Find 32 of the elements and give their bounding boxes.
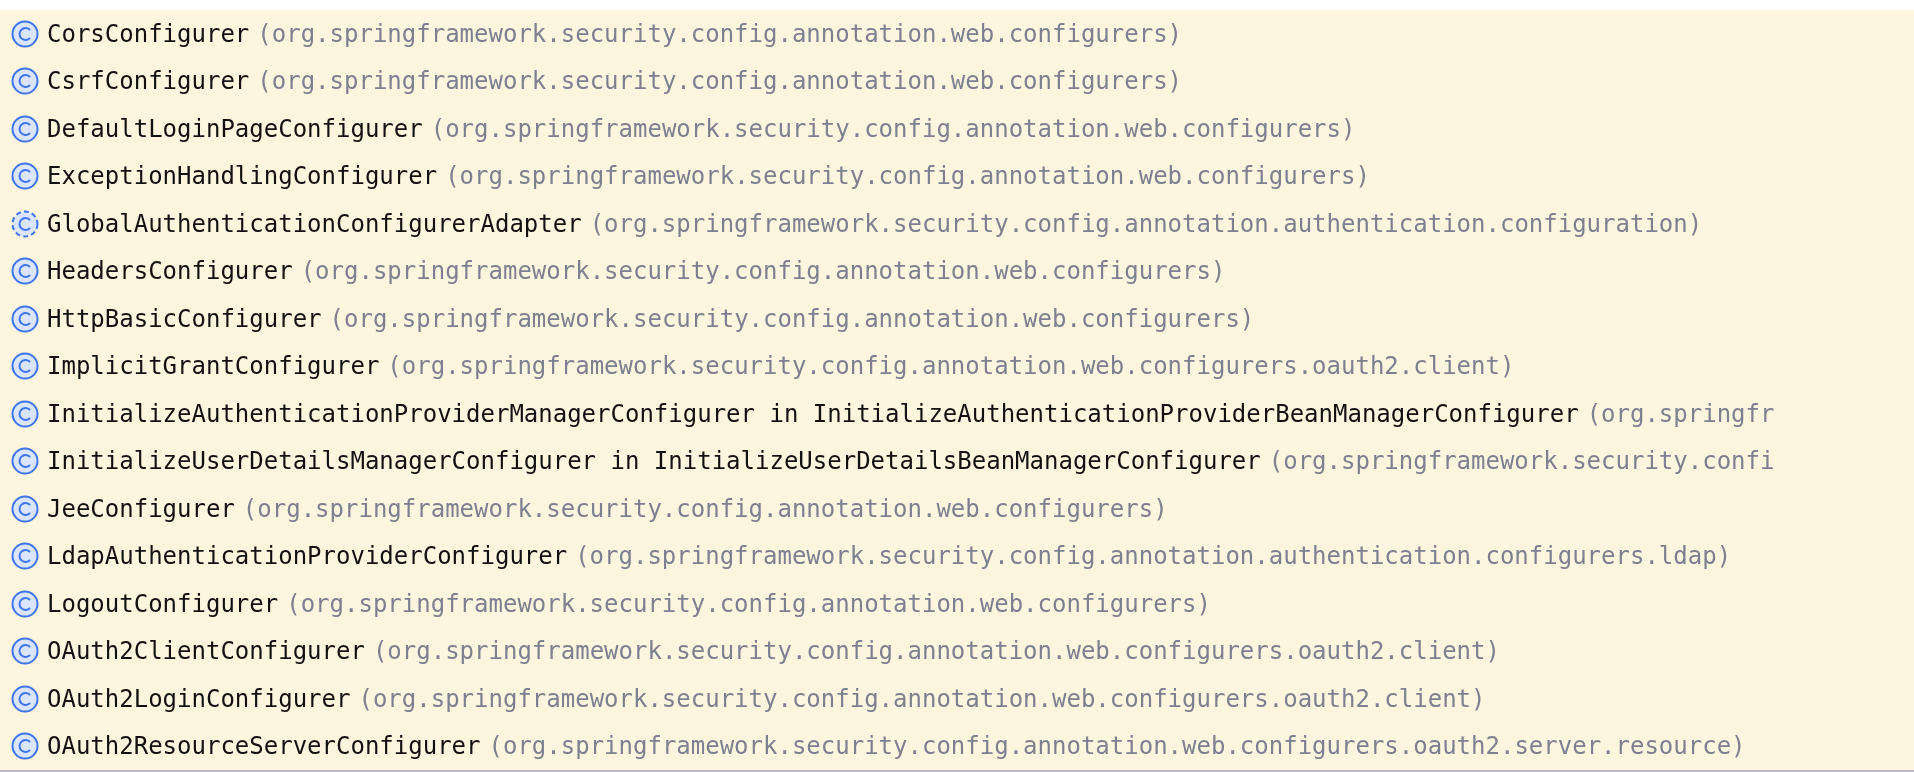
package-name: (org.springframework.security.config.annotation.web.configurers) [329, 304, 1255, 333]
class-name: ImplicitGrantConfigurer [47, 352, 380, 381]
package-name: (org.springframework.security.config.annotation.web.configurers) [300, 257, 1226, 286]
class-name: ExceptionHandlingConfigurer [47, 162, 438, 191]
class-name: GlobalAuthenticationConfigurerAdapter [47, 209, 582, 238]
class-name: InitializeUserDetailsManagerConfigurer in InitializeUserDetailsBeanManagerConfigurer [47, 447, 1261, 476]
class-name: LogoutConfigurer [47, 589, 279, 618]
class-name: InitializeAuthenticationProviderManagerConfigurer in InitializeAuthenticationProviderBeanManagerConfigurer [47, 399, 1579, 428]
package-name: (org.springframework.security.config.annotation.web.configurers) [445, 162, 1370, 191]
class-name: CorsConfigurer [47, 19, 250, 48]
package-name: (org.springframework.security.config.annotation.web.configurers.oauth2.client) [387, 352, 1515, 381]
package-name: (org.springframework.security.config.annotation.authentication.configuration) [589, 209, 1703, 238]
package-name: (org.springframework.security.config.annotation.web.configurers) [286, 589, 1211, 618]
class-name: JeeConfigurer [47, 494, 235, 523]
package-name: (org.springframework.security.config.annotation.web.configurers) [430, 114, 1356, 143]
package-name: (org.springframework.security.confi [1268, 447, 1775, 476]
package-name: (org.springframework.security.config.annotation.web.configurers) [257, 19, 1183, 48]
class-name: LdapAuthenticationProviderConfigurer [47, 542, 568, 571]
package-name: (org.springfr [1586, 399, 1775, 428]
class-name: HttpBasicConfigurer [47, 304, 322, 333]
package-name: (org.springframework.security.config.annotation.web.configurers.oauth2.client) [372, 637, 1500, 666]
package-name: (org.springframework.security.config.annotation.web.configurers.oauth2.client) [358, 684, 1486, 713]
class-name: OAuth2LoginConfigurer [47, 684, 351, 713]
package-name: (org.springframework.security.config.annotation.web.configurers) [257, 67, 1183, 96]
class-name: DefaultLoginPageConfigurer [47, 114, 423, 143]
class-name: OAuth2ResourceServerConfigurer [47, 732, 481, 761]
class-name: HeadersConfigurer [47, 257, 293, 286]
package-name: (org.springframework.security.config.annotation.authentication.configurers.ldap) [575, 542, 1732, 571]
package-name: (org.springframework.security.config.annotation.web.configurers.oauth2.server.resource) [488, 732, 1746, 761]
class-name: OAuth2ClientConfigurer [47, 637, 365, 666]
class-name: CsrfConfigurer [47, 67, 250, 96]
package-name: (org.springframework.security.config.annotation.web.configurers) [242, 494, 1168, 523]
